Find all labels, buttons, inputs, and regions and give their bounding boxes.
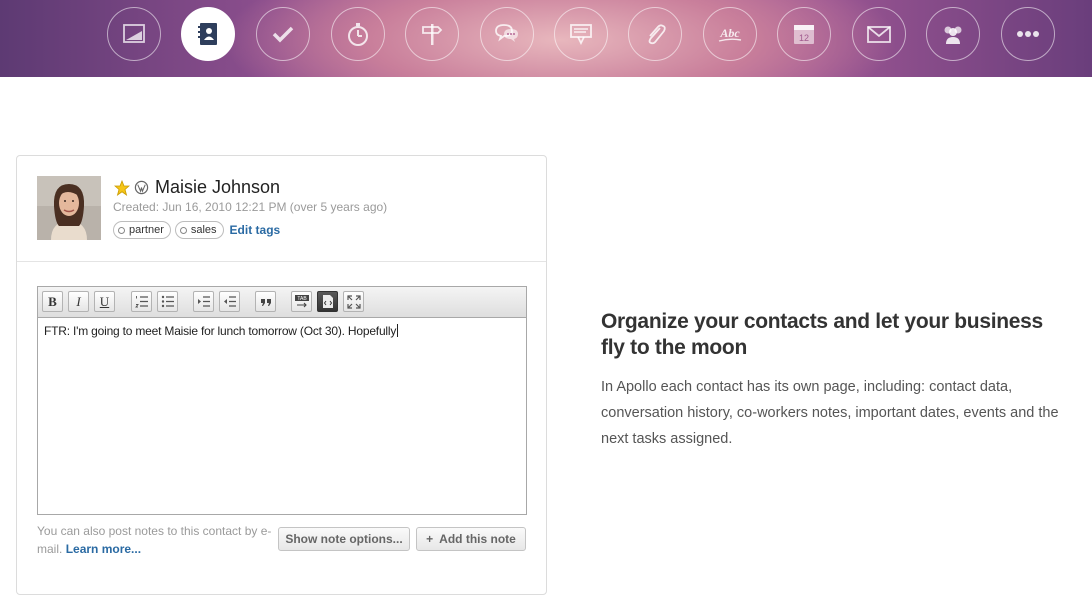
code-file-icon <box>322 295 333 308</box>
nav-dashboard[interactable] <box>107 7 161 61</box>
inbox-icon <box>570 24 592 46</box>
bullet-list-icon <box>161 295 174 308</box>
promo-description: In Apollo each contact has its own page,… <box>601 379 1059 447</box>
underline-button[interactable]: U <box>94 291 115 312</box>
nav-mail[interactable] <box>852 7 906 61</box>
wordpress-icon <box>134 180 149 195</box>
nav-contacts[interactable] <box>181 7 235 61</box>
note-text-area[interactable]: FTR: I'm going to meet Maisie for lunch … <box>44 324 399 338</box>
calendar-icon: 12 <box>794 25 814 44</box>
chat-bubbles-icon <box>495 24 518 42</box>
blockquote-button[interactable] <box>255 291 276 312</box>
text-cursor <box>397 324 399 337</box>
dashboard-icon <box>123 24 145 43</box>
tag-dot-icon <box>179 226 187 234</box>
nav-projects[interactable] <box>405 7 459 61</box>
nav-more[interactable] <box>1001 7 1055 61</box>
contacts-book-icon <box>198 23 217 45</box>
svg-text:Abc: Abc <box>719 26 740 40</box>
indent-button[interactable] <box>193 291 214 312</box>
add-note-button[interactable]: + Add this note <box>416 527 526 551</box>
tag-sales[interactable]: sales <box>174 221 224 239</box>
bold-button[interactable]: B <box>42 291 63 312</box>
note-content: FTR: I'm going to meet Maisie for lunch … <box>44 324 397 338</box>
more-dots-icon <box>1017 31 1039 37</box>
people-icon <box>944 26 962 44</box>
edit-tags-link[interactable]: Edit tags <box>230 223 281 237</box>
editor-toolbar: B I U TAB <box>38 287 526 318</box>
tag-label: sales <box>190 224 217 236</box>
nav-conversations[interactable] <box>480 7 534 61</box>
fullscreen-button[interactable] <box>343 291 364 312</box>
outdent-icon <box>223 296 236 307</box>
outdent-button[interactable] <box>219 291 240 312</box>
ordered-list-button[interactable] <box>131 291 152 312</box>
nav-calendar[interactable]: 12 <box>777 7 831 61</box>
expand-icon <box>346 294 361 309</box>
ordered-list-icon <box>134 296 148 308</box>
contact-card: Maisie Johnson Created: Jun 16, 2010 12:… <box>16 155 547 595</box>
nav-spelling[interactable]: Abc <box>703 7 757 61</box>
signpost-icon <box>422 24 443 45</box>
italic-button[interactable]: I <box>68 291 89 312</box>
contact-name: Maisie Johnson <box>155 177 281 197</box>
learn-more-link[interactable]: Learn more... <box>66 542 141 556</box>
tag-label: partner <box>129 224 164 236</box>
contact-name-row: Maisie Johnson <box>114 177 280 198</box>
nav-attachments[interactable] <box>628 7 682 61</box>
email-note-hint: You can also post notes to this contact … <box>37 522 277 558</box>
html-source-button[interactable] <box>317 291 338 312</box>
spellcheck-icon: Abc <box>718 26 742 42</box>
indent-icon <box>197 296 210 307</box>
app-nav-bar: Abc 12 <box>0 0 1092 77</box>
avatar <box>37 176 101 240</box>
promo-heading: Organize your contacts and let your busi… <box>601 310 1043 359</box>
nav-people[interactable] <box>926 7 980 61</box>
note-editor[interactable]: B I U TAB FTR: I'm going to meet Maisie … <box>37 286 527 515</box>
nav-inbox[interactable] <box>554 7 608 61</box>
nav-tasks[interactable] <box>256 7 310 61</box>
svg-text:12: 12 <box>799 33 809 43</box>
quote-icon <box>260 298 271 306</box>
nav-timer[interactable] <box>331 7 385 61</box>
paperclip-icon <box>648 24 666 45</box>
tab-icon: TAB <box>294 295 309 308</box>
stopwatch-icon <box>348 23 368 46</box>
show-note-options-button[interactable]: Show note options... <box>278 527 410 551</box>
add-note-label: Add this note <box>439 532 516 546</box>
bullet-list-button[interactable] <box>157 291 178 312</box>
contact-header: Maisie Johnson Created: Jun 16, 2010 12:… <box>17 156 546 262</box>
svg-text:TAB: TAB <box>297 296 307 302</box>
star-icon[interactable] <box>114 179 130 196</box>
checkmark-icon <box>272 26 294 43</box>
tag-dot-icon <box>118 226 125 234</box>
tab-button[interactable]: TAB <box>291 291 312 312</box>
envelope-icon <box>867 26 891 43</box>
plus-icon: + <box>426 532 434 546</box>
tag-list: partner sales Edit tags <box>113 221 280 239</box>
created-timestamp: Created: Jun 16, 2010 12:21 PM (over 5 y… <box>113 200 388 214</box>
tag-partner[interactable]: partner <box>113 221 171 239</box>
